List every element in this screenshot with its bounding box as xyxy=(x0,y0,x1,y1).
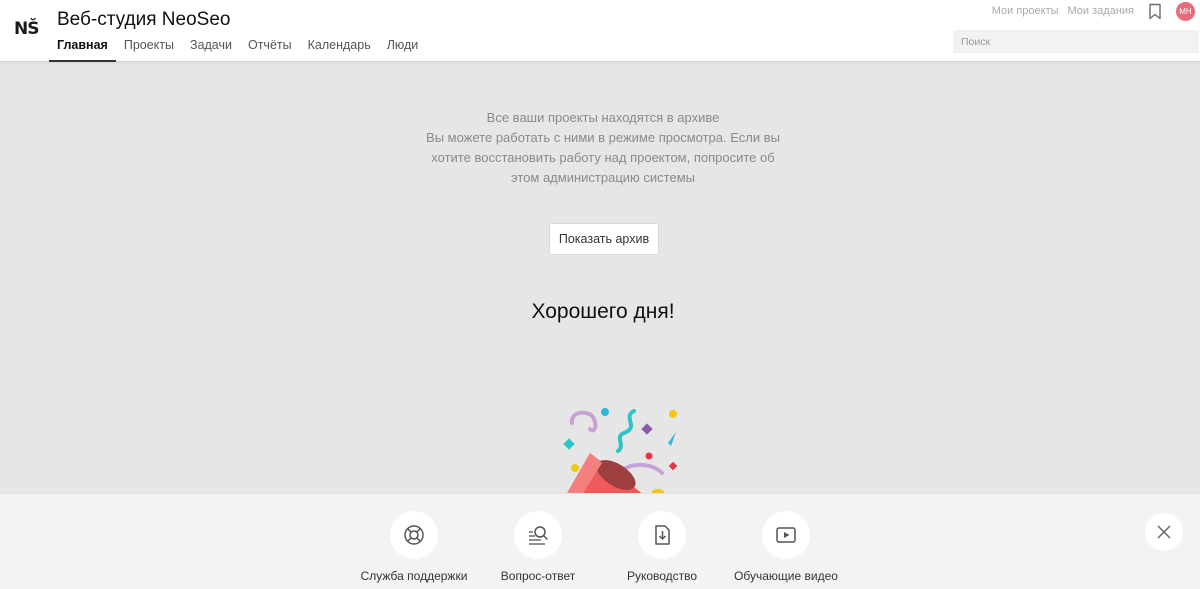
archive-message-line: этом администрацию системы xyxy=(511,170,695,185)
tab-calendar[interactable]: Календарь xyxy=(300,31,379,62)
guide-button[interactable]: Руководство xyxy=(597,511,727,583)
lifebuoy-icon xyxy=(404,525,424,545)
archive-message-line: хотите восстановить работу над проектом,… xyxy=(431,150,775,165)
archive-message-line: Вы можете работать с ними в режиме просм… xyxy=(426,130,780,145)
tab-projects[interactable]: Проекты xyxy=(116,31,182,62)
support-button[interactable]: Служба поддержки xyxy=(349,511,479,583)
help-label: Вопрос-ответ xyxy=(500,569,576,583)
main-content: Все ваши проекты находятся в архиве Вы м… xyxy=(0,63,1200,495)
avatar[interactable]: МН xyxy=(1176,2,1195,21)
top-links: Мои проекты Мои задания xyxy=(992,5,1134,17)
video-tutorials-button[interactable]: Обучающие видео xyxy=(721,511,851,583)
bookmark-icon[interactable] xyxy=(1148,3,1162,20)
main-nav: Главная Проекты Задачи Отчёты Календарь … xyxy=(49,31,426,62)
guide-download-icon xyxy=(655,525,670,545)
archive-message-line: Все ваши проекты находятся в архиве xyxy=(486,110,720,125)
help-circle xyxy=(762,511,810,559)
greeting-text: Хорошего дня! xyxy=(531,300,675,323)
show-archive-button[interactable]: Показать архив xyxy=(549,223,659,255)
archive-message: Все ваши проекты находятся в архиве Вы м… xyxy=(400,108,806,188)
faq-button[interactable]: Вопрос-ответ xyxy=(473,511,603,583)
help-label: Обучающие видео xyxy=(734,569,838,583)
help-label: Служба поддержки xyxy=(360,569,468,583)
my-tasks-link[interactable]: Мои задания xyxy=(1068,5,1134,17)
logo[interactable]: NŠ xyxy=(14,19,39,39)
help-circle xyxy=(514,511,562,559)
help-circle xyxy=(638,511,686,559)
help-label: Руководство xyxy=(626,569,698,583)
video-play-icon xyxy=(776,527,796,543)
tab-reports[interactable]: Отчёты xyxy=(240,31,300,62)
help-circle xyxy=(390,511,438,559)
close-icon xyxy=(1157,525,1171,539)
faq-search-icon xyxy=(529,526,548,545)
tab-home[interactable]: Главная xyxy=(49,31,116,62)
my-projects-link[interactable]: Мои проекты xyxy=(992,5,1059,17)
party-popper-icon xyxy=(563,408,678,495)
page-title: Веб-студия NeoSeo xyxy=(57,9,231,30)
search-input[interactable] xyxy=(953,30,1199,53)
tab-people[interactable]: Люди xyxy=(379,31,427,62)
app-header: NŠ Веб-студия NeoSeo Главная Проекты Зад… xyxy=(0,0,1200,62)
help-bar: Служба поддержки Вопрос-ответ Руководств… xyxy=(0,493,1200,589)
close-help-button[interactable] xyxy=(1145,513,1183,551)
tab-tasks[interactable]: Задачи xyxy=(182,31,240,62)
